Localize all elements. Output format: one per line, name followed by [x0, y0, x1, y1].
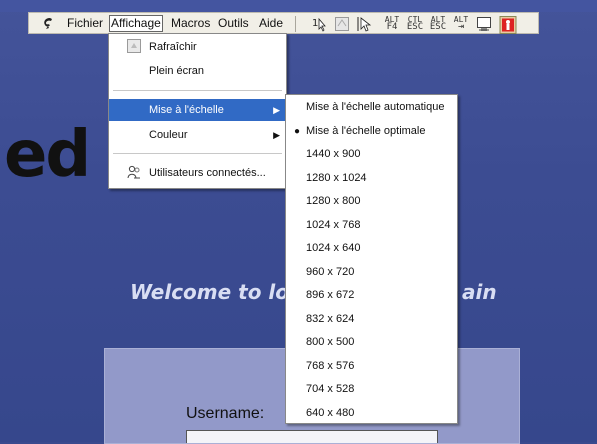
pointer-icon[interactable]: 1	[311, 16, 327, 32]
scale-option-label: 1280 x 800	[306, 195, 361, 207]
scale-option-label: 704 x 528	[306, 383, 355, 395]
scale-submenu: Mise à l'échelle automatique ● Mise à l'é…	[285, 94, 458, 424]
menu-affichage[interactable]: Affichage	[109, 15, 163, 32]
scale-option-label: 800 x 500	[306, 336, 355, 348]
menu-item-mise-a-l-echelle[interactable]: Mise à l'échelle ▶	[109, 99, 286, 121]
cursor-icon[interactable]	[357, 16, 373, 32]
ctrl-esc-bottom: ESC	[406, 22, 424, 32]
alt-tab-icon[interactable]: ALT ⇥	[452, 16, 470, 32]
menu-item-rafraichir[interactable]: Rafraîchir	[109, 36, 286, 58]
menubar: Fichier Affichage Macros Outils Aide 1 A…	[28, 12, 539, 34]
disabled-icon[interactable]	[334, 16, 350, 32]
scale-option-label: 896 x 672	[306, 289, 355, 301]
alt-tab-bottom: ⇥	[457, 21, 465, 32]
scale-option-label: 832 x 624	[306, 312, 355, 325]
menu-aide[interactable]: Aide	[259, 16, 283, 31]
scale-option-label: 1024 x 640	[306, 242, 361, 254]
menu-item-label: Utilisateurs connectés...	[149, 167, 266, 179]
scale-option-label: 640 x 480	[306, 406, 355, 419]
menu-item-utilisateurs-connectes[interactable]: Utilisateurs connectés...	[109, 162, 286, 184]
selected-bullet-icon: ●	[294, 125, 301, 137]
alt-f4-bottom: F4	[386, 22, 398, 32]
affichage-menu: Rafraîchir Plein écran Mise à l'échelle …	[108, 33, 287, 189]
scale-option[interactable]: 704 x 528	[286, 378, 457, 401]
menu-item-label: Mise à l'échelle	[149, 104, 224, 116]
alt-f4-icon[interactable]: ALT F4	[383, 16, 401, 32]
monitor-icon[interactable]	[476, 16, 492, 32]
scale-option[interactable]: 1440 x 900	[286, 143, 457, 166]
username-label: Username:	[186, 405, 265, 422]
welcome-text-end: ain	[462, 280, 497, 304]
menu-item-label: Plein écran	[149, 65, 205, 77]
window-top-edge	[0, 0, 597, 12]
scale-option-label: 1024 x 768	[306, 218, 361, 231]
scale-option[interactable]: 1024 x 640	[286, 237, 457, 260]
scale-option[interactable]: 896 x 672	[286, 284, 457, 307]
user-session-icon[interactable]	[499, 16, 517, 34]
scale-option[interactable]: 832 x 624	[286, 308, 457, 331]
ctrl-esc-icon[interactable]: CTL ESC	[406, 16, 424, 32]
menu-macros[interactable]: Macros	[171, 16, 210, 31]
menu-item-couleur[interactable]: Couleur ▶	[109, 124, 286, 146]
menubar-separator	[295, 16, 296, 32]
scale-option-label: 1280 x 1024	[306, 171, 367, 184]
alt-esc-bottom: ESC	[429, 22, 447, 32]
scale-option[interactable]: 1280 x 800	[286, 190, 457, 213]
menu-item-plein-ecran[interactable]: Plein écran	[109, 60, 286, 82]
menu-fichier[interactable]: Fichier	[67, 16, 103, 31]
scale-option-label: Mise à l'échelle automatique	[306, 101, 445, 113]
app-logo-icon[interactable]	[41, 16, 55, 30]
menu-separator	[113, 153, 282, 154]
scale-option[interactable]: Mise à l'échelle automatique	[286, 96, 457, 119]
menu-item-label: Couleur	[149, 129, 188, 141]
menu-outils[interactable]: Outils	[218, 16, 249, 31]
scale-option-label: 768 x 576	[306, 359, 355, 372]
page-logo-fragment: ed	[4, 118, 91, 192]
welcome-text: Welcome to lo	[130, 280, 290, 304]
username-input[interactable]	[186, 430, 438, 443]
menu-item-label: Rafraîchir	[149, 41, 197, 53]
submenu-arrow-icon: ▶	[273, 105, 280, 115]
svg-text:1: 1	[312, 18, 318, 29]
scale-option[interactable]: 768 x 576	[286, 355, 457, 378]
scale-option[interactable]: 1024 x 768	[286, 214, 457, 237]
submenu-arrow-icon: ▶	[273, 130, 280, 140]
scale-option[interactable]: 800 x 500	[286, 331, 457, 354]
scale-option-label: 960 x 720	[306, 265, 355, 278]
menu-separator	[113, 90, 282, 91]
scale-option-label: 1440 x 900	[306, 148, 361, 160]
scale-option[interactable]: 960 x 720	[286, 261, 457, 284]
scale-option[interactable]: ● Mise à l'échelle optimale	[286, 120, 457, 143]
scale-option[interactable]: 1280 x 1024	[286, 167, 457, 190]
scale-option[interactable]: 640 x 480	[286, 402, 457, 425]
scale-option-label: Mise à l'échelle optimale	[306, 124, 426, 137]
alt-esc-icon[interactable]: ALT ESC	[429, 16, 447, 32]
users-icon	[127, 165, 140, 179]
refresh-icon	[127, 39, 141, 53]
